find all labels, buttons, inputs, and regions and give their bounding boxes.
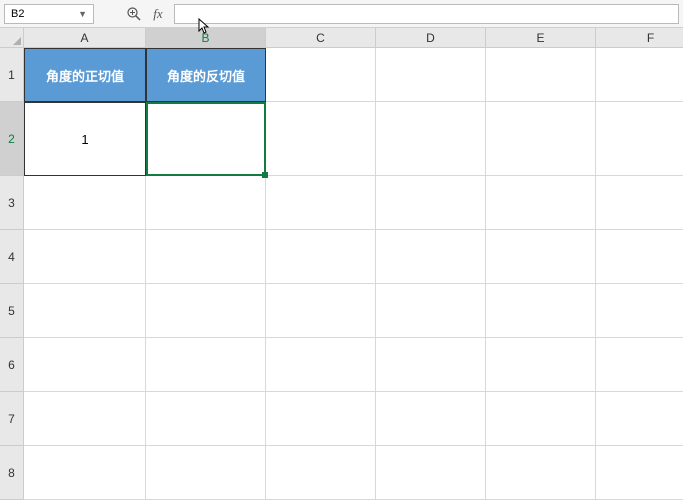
cell-b5[interactable]: [146, 284, 266, 338]
cell-b8[interactable]: [146, 446, 266, 500]
cell-c5[interactable]: [266, 284, 376, 338]
cell-d7[interactable]: [376, 392, 486, 446]
corner-triangle-icon: [13, 37, 21, 45]
cell-a1[interactable]: 角度的正切值: [24, 48, 146, 102]
formula-toolbar: fx: [124, 4, 168, 24]
cell-d3[interactable]: [376, 176, 486, 230]
cell-a4[interactable]: [24, 230, 146, 284]
cell-a5[interactable]: [24, 284, 146, 338]
cell-d6[interactable]: [376, 338, 486, 392]
cell-e4[interactable]: [486, 230, 596, 284]
name-box-value: B2: [11, 8, 78, 20]
cell-f5[interactable]: [596, 284, 683, 338]
cell-c2[interactable]: [266, 102, 376, 176]
select-all-corner[interactable]: [0, 28, 24, 48]
row-header-1[interactable]: 1: [0, 48, 24, 102]
row-header-5[interactable]: 5: [0, 284, 24, 338]
cell-e5[interactable]: [486, 284, 596, 338]
cell-d2[interactable]: [376, 102, 486, 176]
name-box-dropdown-icon[interactable]: ▼: [78, 9, 87, 19]
cell-e1[interactable]: [486, 48, 596, 102]
name-box[interactable]: B2 ▼: [4, 4, 94, 24]
col-header-d[interactable]: D: [376, 28, 486, 48]
cell-d4[interactable]: [376, 230, 486, 284]
cell-a6[interactable]: [24, 338, 146, 392]
cell-a8[interactable]: [24, 446, 146, 500]
row-header-7[interactable]: 7: [0, 392, 24, 446]
cell-d1[interactable]: [376, 48, 486, 102]
cell-b1[interactable]: 角度的反切值: [146, 48, 266, 102]
cell-b4[interactable]: [146, 230, 266, 284]
cell-d8[interactable]: [376, 446, 486, 500]
grid-area: 角度的正切值 角度的反切值 1: [24, 48, 683, 500]
cell-a7[interactable]: [24, 392, 146, 446]
cell-e2[interactable]: [486, 102, 596, 176]
cell-c6[interactable]: [266, 338, 376, 392]
cell-f8[interactable]: [596, 446, 683, 500]
formula-input[interactable]: [174, 4, 679, 24]
formula-bar: B2 ▼ fx: [0, 0, 683, 28]
cell-e3[interactable]: [486, 176, 596, 230]
row-header-3[interactable]: 3: [0, 176, 24, 230]
row-header-8[interactable]: 8: [0, 446, 24, 500]
col-header-c[interactable]: C: [266, 28, 376, 48]
cell-a2[interactable]: 1: [24, 102, 146, 176]
col-header-e[interactable]: E: [486, 28, 596, 48]
cell-e7[interactable]: [486, 392, 596, 446]
cell-f3[interactable]: [596, 176, 683, 230]
column-headers: A B C D E F: [24, 28, 683, 48]
cell-c8[interactable]: [266, 446, 376, 500]
cell-f7[interactable]: [596, 392, 683, 446]
row-header-6[interactable]: 6: [0, 338, 24, 392]
cell-f4[interactable]: [596, 230, 683, 284]
row-header-2[interactable]: 2: [0, 102, 24, 176]
insert-function-icon[interactable]: fx: [148, 4, 168, 24]
cell-e6[interactable]: [486, 338, 596, 392]
cell-c3[interactable]: [266, 176, 376, 230]
col-header-f[interactable]: F: [596, 28, 683, 48]
zoom-icon[interactable]: [124, 4, 144, 24]
cell-b3[interactable]: [146, 176, 266, 230]
row-header-4[interactable]: 4: [0, 230, 24, 284]
col-header-b[interactable]: B: [146, 28, 266, 48]
cell-c1[interactable]: [266, 48, 376, 102]
cell-a3[interactable]: [24, 176, 146, 230]
cell-f6[interactable]: [596, 338, 683, 392]
row-headers: 1 2 3 4 5 6 7 8: [0, 48, 24, 500]
cell-f2[interactable]: [596, 102, 683, 176]
cell-c7[interactable]: [266, 392, 376, 446]
cell-c4[interactable]: [266, 230, 376, 284]
cell-e8[interactable]: [486, 446, 596, 500]
cell-d5[interactable]: [376, 284, 486, 338]
col-header-a[interactable]: A: [24, 28, 146, 48]
cell-b2[interactable]: [146, 102, 266, 176]
cell-b7[interactable]: [146, 392, 266, 446]
spreadsheet: 1 2 3 4 5 6 7 8 A B C D E F 角度的正切值 角度的反切…: [0, 28, 683, 500]
cell-f1[interactable]: [596, 48, 683, 102]
cell-b6[interactable]: [146, 338, 266, 392]
